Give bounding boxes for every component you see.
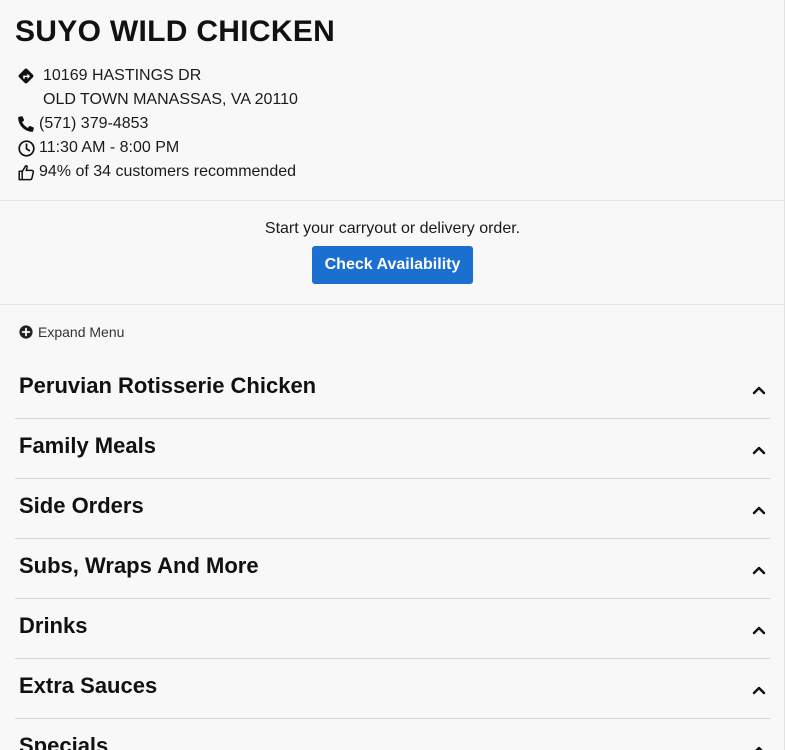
address-line-1: 10169 HASTINGS DR [43, 67, 202, 84]
check-availability-button[interactable]: Check Availability [311, 246, 474, 284]
menu-section-title: Subs, Wraps And More [19, 552, 259, 578]
menu-section-title: Specials [19, 732, 109, 750]
hours-row: 11:30 AM - 8:00 PM [15, 136, 770, 160]
restaurant-header: SUYO WILD CHICKEN 10169 HASTINGS DR OLD … [0, 0, 785, 200]
clock-icon [16, 138, 36, 158]
phone-row[interactable]: (571) 379-4853 [15, 112, 770, 136]
menu-section-title: Side Orders [19, 492, 144, 518]
plus-circle-icon [19, 325, 33, 339]
chevron-up-icon [752, 506, 766, 514]
menu-section-title: Extra Sauces [19, 672, 158, 698]
menu-section-family-meals[interactable]: Family Meals [15, 419, 770, 479]
expand-menu-button[interactable]: Expand Menu [15, 305, 770, 359]
address-line-2: OLD TOWN MANASSAS, VA 20110 [43, 91, 298, 108]
menu: Expand Menu Peruvian Rotisserie Chicken … [0, 305, 785, 750]
chevron-up-icon [752, 386, 766, 394]
phone-link[interactable]: (571) 379-4853 [39, 115, 148, 133]
order-panel: Start your carryout or delivery order. C… [0, 201, 785, 304]
chevron-up-icon [752, 626, 766, 634]
thumbs-up-icon [16, 162, 36, 182]
chevron-up-icon [752, 566, 766, 574]
menu-section-title: Peruvian Rotisserie Chicken [19, 372, 317, 398]
chevron-up-icon [752, 686, 766, 694]
restaurant-name: SUYO WILD CHICKEN [15, 15, 336, 48]
phone-icon [16, 114, 36, 134]
address-row[interactable]: 10169 HASTINGS DR [15, 64, 770, 88]
directions-icon [16, 66, 36, 86]
menu-section-peruvian-rotisserie-chicken[interactable]: Peruvian Rotisserie Chicken [15, 359, 770, 419]
recommendation-text: 94% of 34 customers recommended [39, 163, 297, 180]
recommendation-row: 94% of 34 customers recommended [15, 160, 770, 184]
menu-section-drinks[interactable]: Drinks [15, 599, 770, 659]
chevron-up-icon [754, 746, 764, 750]
menu-section-title: Drinks [19, 612, 88, 638]
menu-section-specials[interactable]: Specials [15, 719, 770, 750]
menu-section-title: Family Meals [19, 432, 156, 458]
menu-section-side-orders[interactable]: Side Orders [15, 479, 770, 539]
menu-section-subs-wraps-and-more[interactable]: Subs, Wraps And More [15, 539, 770, 599]
restaurant-page: SUYO WILD CHICKEN 10169 HASTINGS DR OLD … [0, 0, 785, 750]
address-row-2: OLD TOWN MANASSAS, VA 20110 [15, 88, 770, 112]
restaurant-info: 10169 HASTINGS DR OLD TOWN MANASSAS, VA … [15, 64, 770, 184]
hours-text: 11:30 AM - 8:00 PM [39, 139, 180, 156]
chevron-up-icon [752, 446, 766, 454]
order-prompt: Start your carryout or delivery order. [264, 220, 521, 237]
menu-section-extra-sauces[interactable]: Extra Sauces [15, 659, 770, 719]
expand-menu-label: Expand Menu [38, 324, 125, 340]
